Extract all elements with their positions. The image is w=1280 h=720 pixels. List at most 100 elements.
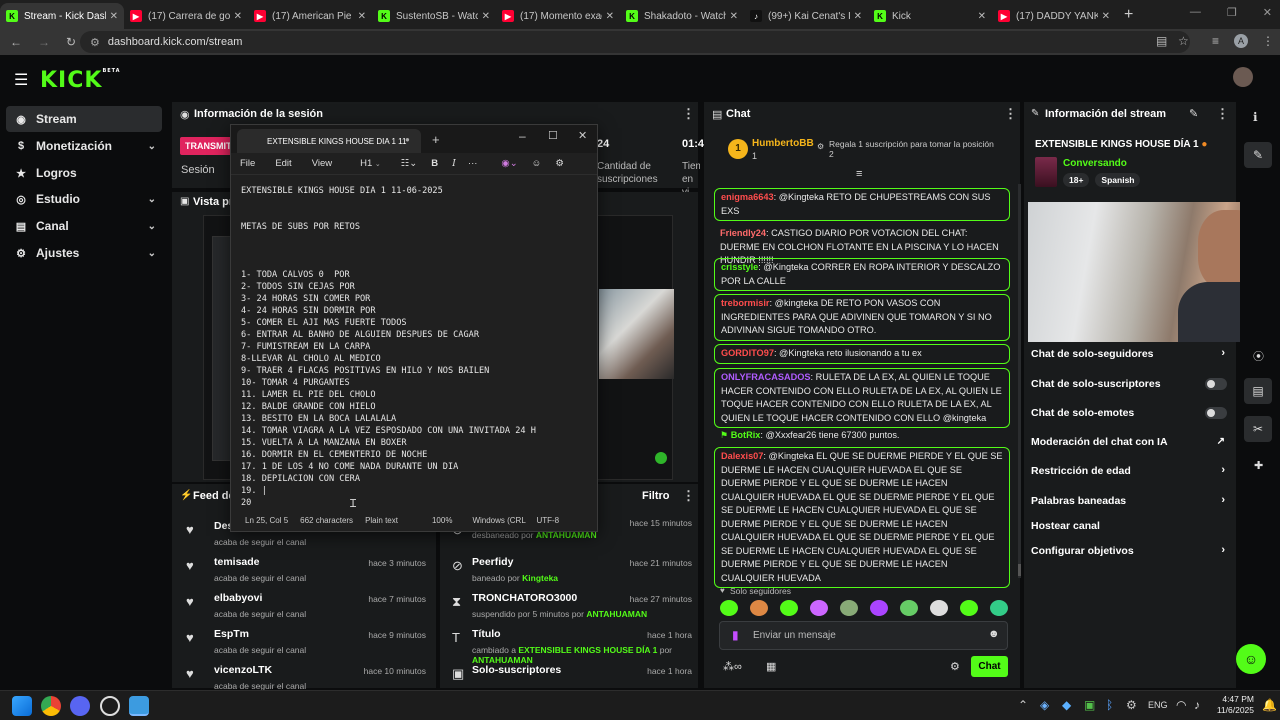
chat-username[interactable]: Dalexis07: [721, 451, 763, 461]
filter-button[interactable]: Filtro: [642, 490, 670, 502]
feed-user[interactable]: elbabyovi: [214, 592, 262, 604]
tab-close-icon[interactable]: ✕: [358, 11, 366, 22]
chat-input[interactable]: ▮ Enviar un mensaje ☻: [719, 621, 1008, 650]
tray-app2-icon[interactable]: ◆: [1062, 698, 1071, 712]
feed-mod-target[interactable]: Solo-suscriptores: [472, 664, 561, 676]
chat-message[interactable]: ⚑ BotRix: @Xxxfear26 tiene 67300 puntos.: [714, 427, 1010, 445]
file-format[interactable]: Plain text: [365, 516, 398, 525]
notification-icon[interactable]: 🔔: [1262, 698, 1277, 712]
emote-icon[interactable]: [750, 600, 768, 616]
emote-icon[interactable]: [840, 600, 858, 616]
hamburger-menu-icon[interactable]: ☰: [14, 70, 28, 90]
emote-icon[interactable]: [960, 600, 978, 616]
tab-close-icon[interactable]: ✕: [110, 11, 118, 22]
chat-username[interactable]: ONLYFRACASADOS: [721, 372, 811, 382]
setting-toggle[interactable]: [1205, 378, 1227, 390]
broadcast-rail-icon[interactable]: ⦿: [1253, 348, 1264, 364]
stream-setting[interactable]: Moderación del chat con IA ↗: [1031, 436, 1227, 450]
rail-edit-icon[interactable]: ✎: [1244, 142, 1272, 168]
feed-mod-target[interactable]: TRONCHATORO3000: [472, 592, 577, 604]
feed-menu-icon[interactable]: ⋮: [682, 488, 695, 504]
chat-message[interactable]: ONLYFRACASADOS: RULETA DE LA EX, AL QUIE…: [714, 368, 1010, 428]
bluetooth-icon[interactable]: ᛒ: [1106, 698, 1113, 712]
emote-icon[interactable]: [990, 600, 1008, 616]
stream-tag[interactable]: Spanish: [1095, 173, 1141, 187]
tray-nvidia-icon[interactable]: ▣: [1084, 698, 1095, 712]
notepad-settings-icon[interactable]: ⚙: [555, 158, 564, 169]
points-icon[interactable]: ⁂∞: [723, 660, 742, 673]
setting-toggle[interactable]: [1205, 407, 1227, 419]
stream-tag[interactable]: 18+: [1063, 173, 1090, 187]
stream-info-menu-icon[interactable]: ⋮: [1216, 106, 1229, 122]
feed-mod-target[interactable]: Peerfidy: [472, 556, 513, 568]
menu-file[interactable]: File: [240, 158, 255, 169]
feed-user[interactable]: EspTm: [214, 628, 249, 640]
bold-icon[interactable]: B: [431, 158, 438, 169]
feed-user[interactable]: vicenzoLTK: [214, 664, 272, 676]
tab-close-icon[interactable]: ✕: [234, 11, 242, 22]
stream-setting[interactable]: Hostear canal: [1031, 520, 1227, 534]
chat-settings-icon[interactable]: ⚙: [950, 660, 960, 673]
clock[interactable]: 4:47 PM 11/6/2025: [1210, 694, 1254, 716]
chat-menu-icon[interactable]: ⋮: [1004, 106, 1017, 122]
obs-icon[interactable]: [100, 696, 120, 716]
line-ending[interactable]: Windows (CRL: [472, 516, 526, 525]
chat-send-button[interactable]: Chat: [971, 656, 1008, 677]
menu-edit[interactable]: Edit: [275, 158, 291, 169]
chat-message[interactable]: enigma6643: @Kingteka RETO DE CHUPESTREA…: [714, 188, 1010, 221]
notepad-minimize-icon[interactable]: –: [519, 129, 526, 143]
stream-setting[interactable]: Palabras baneadas ›: [1031, 494, 1227, 509]
translate-icon[interactable]: ▤: [1156, 34, 1167, 48]
forward-icon[interactable]: →: [38, 35, 50, 49]
tab-close-icon[interactable]: ✕: [978, 11, 986, 22]
emote-icon[interactable]: [930, 600, 948, 616]
notepad-new-tab-icon[interactable]: +: [432, 132, 440, 147]
browser-tab[interactable]: ▶ (17) Carrera de gordos ✕: [124, 3, 248, 29]
info-icon[interactable]: ℹ: [1253, 110, 1258, 124]
windows-start-icon[interactable]: [12, 696, 32, 716]
sidebar-item-estudio[interactable]: ◎ Estudio ⌄: [6, 186, 162, 212]
tab-close-icon[interactable]: ✕: [1102, 11, 1110, 22]
support-chat-button[interactable]: ☺: [1236, 644, 1266, 674]
browser-menu-icon[interactable]: ⋮: [1262, 34, 1274, 48]
rail-tools-icon[interactable]: ✂: [1244, 416, 1272, 442]
reading-list-icon[interactable]: ≡: [1212, 34, 1219, 48]
notepad-maximize-icon[interactable]: ☐: [548, 129, 558, 142]
discord-icon[interactable]: [70, 696, 90, 716]
notepad-taskbar-icon[interactable]: [129, 696, 149, 716]
sidebar-item-logros[interactable]: ★ Logros: [6, 160, 162, 186]
maximize-icon[interactable]: ❐: [1227, 6, 1237, 19]
stream-setting[interactable]: Chat de solo-seguidores ›: [1031, 347, 1227, 362]
bookmark-star-icon[interactable]: ☆: [1178, 34, 1189, 48]
kick-logo[interactable]: KICKBETA: [40, 68, 121, 93]
tab-close-icon[interactable]: ✕: [482, 11, 490, 22]
volume-icon[interactable]: ♪: [1194, 698, 1200, 712]
chat-username[interactable]: trebormisir: [721, 298, 770, 308]
list-icon[interactable]: ☷⌄: [401, 158, 417, 169]
browser-tab[interactable]: K Kick ✕: [868, 3, 992, 29]
browser-tab[interactable]: ▶ (17) DADDY YANKEE ✕: [992, 3, 1116, 29]
close-window-icon[interactable]: ✕: [1263, 6, 1272, 19]
stream-setting[interactable]: Restricción de edad ›: [1031, 464, 1227, 479]
chat-username[interactable]: enigma6643: [721, 192, 774, 202]
emote-icon[interactable]: [900, 600, 918, 616]
sidebar-item-ajustes[interactable]: ⚙ Ajustes ⌄: [6, 240, 162, 266]
back-icon[interactable]: ←: [10, 35, 22, 49]
tray-chevron-icon[interactable]: ⌃: [1018, 698, 1028, 712]
sidebar-item-monetización[interactable]: $ Monetización ⌄: [6, 133, 162, 159]
chat-message[interactable]: GORDITO97: @Kingteka reto ilusionando a …: [714, 344, 1010, 364]
chat-message[interactable]: crisstyle: @Kingteka CORRER EN ROPA INTE…: [714, 258, 1010, 291]
reload-icon[interactable]: ↻: [66, 35, 76, 49]
rail-apps-icon[interactable]: ✚: [1254, 459, 1263, 472]
profile-avatar[interactable]: A: [1234, 34, 1248, 48]
tab-close-icon[interactable]: ✕: [730, 11, 738, 22]
wifi-icon[interactable]: ◠: [1176, 698, 1186, 712]
browser-tab[interactable]: ♪ (99+) Kai Cenat's Insta ✕: [744, 3, 868, 29]
sidebar-item-stream[interactable]: ◉ Stream: [6, 106, 162, 132]
chat-message[interactable]: trebormisir: @kingteka DE RETO PON VASOS…: [714, 294, 1010, 341]
emote-icon[interactable]: [720, 600, 738, 616]
menu-view[interactable]: View: [312, 158, 332, 169]
chat-scrollbar[interactable]: [1018, 184, 1021, 578]
browser-tab[interactable]: K Stream - Kick Dashboard ✕: [0, 3, 124, 29]
edit-stream-icon[interactable]: ✎: [1189, 107, 1198, 120]
